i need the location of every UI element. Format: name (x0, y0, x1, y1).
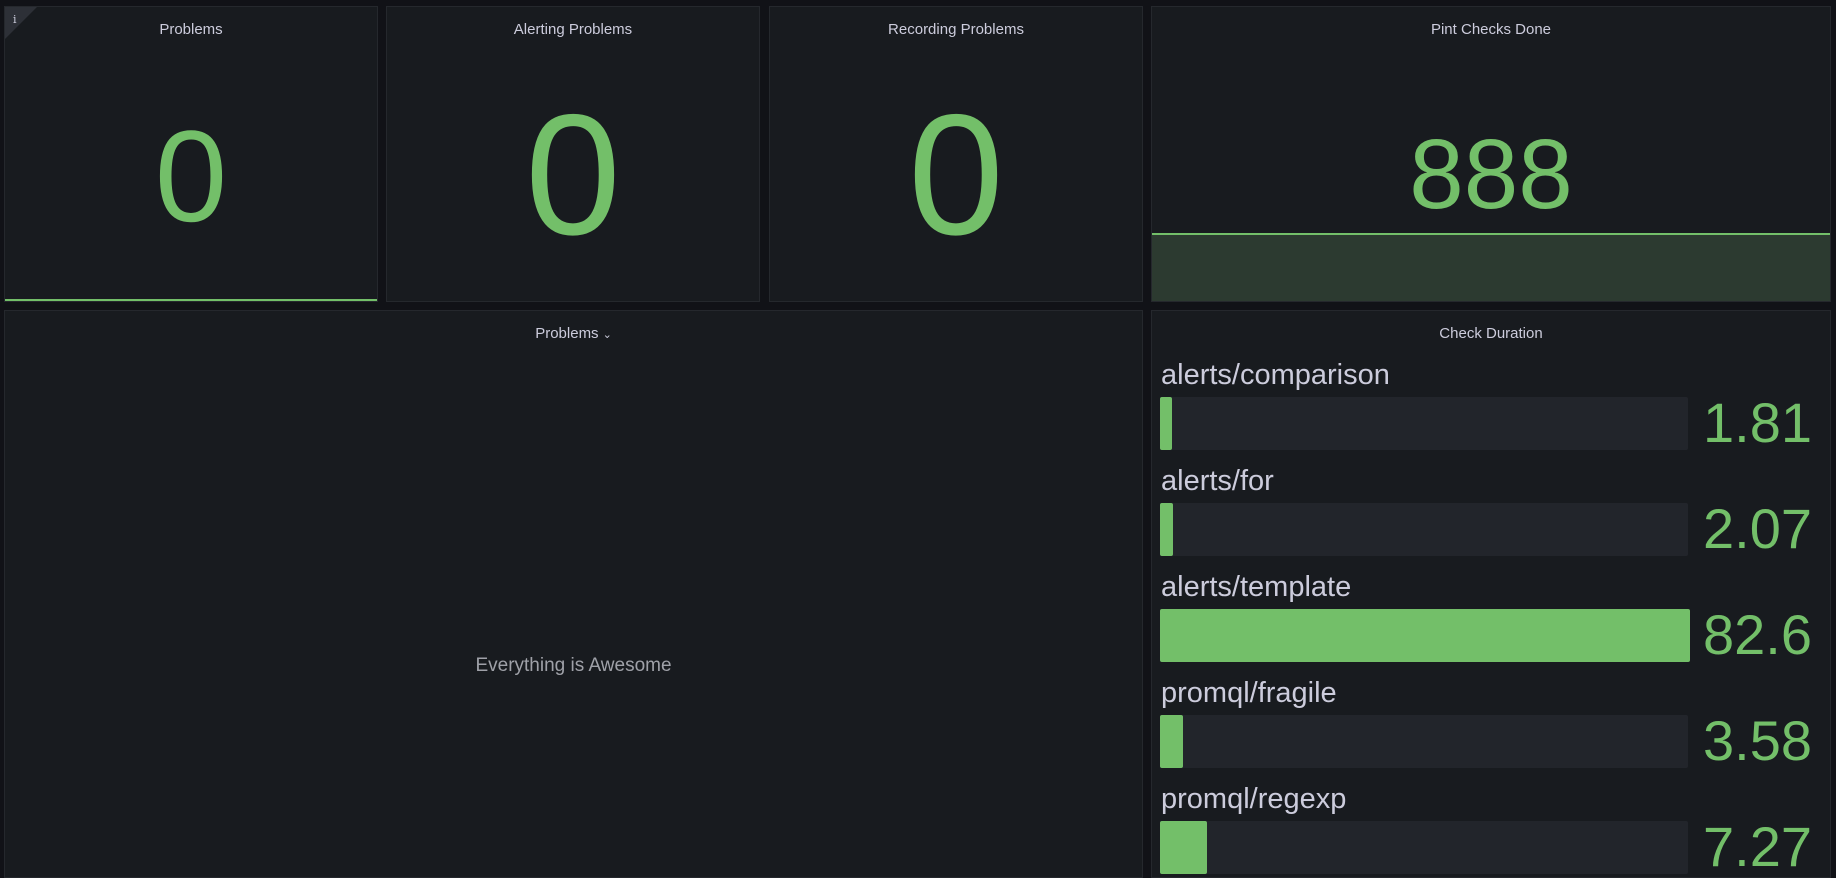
stat-value: 0 (154, 103, 228, 249)
bar-gauge-fill (1160, 503, 1173, 556)
bar-gauge-fill (1160, 821, 1207, 874)
bar-gauge-track (1160, 397, 1688, 450)
bar-gauge-track (1160, 715, 1688, 768)
bar-gauge-label: promql/fragile (1161, 677, 1337, 709)
panel-title[interactable]: Pint Checks Done (1152, 21, 1830, 38)
bar-gauge-track (1160, 609, 1690, 662)
bar-gauge-track (1160, 821, 1688, 874)
bar-gauge-value: 82.6 (1703, 603, 1812, 666)
bar-gauge-value: 3.58 (1703, 709, 1812, 772)
recording-problems-stat-panel[interactable]: Recording Problems 0 (769, 6, 1143, 302)
problems-stat-panel[interactable]: i Problems 0 (4, 6, 378, 302)
bar-gauge-fill (1160, 715, 1183, 768)
panel-title[interactable]: Recording Problems (770, 21, 1142, 38)
stat-value: 0 (908, 79, 1004, 271)
panel-title[interactable]: Check Duration (1152, 325, 1830, 342)
bar-gauge-label: promql/regexp (1161, 783, 1347, 815)
bar-gauge-value: 7.27 (1703, 815, 1812, 878)
sparkline-area (1152, 233, 1830, 301)
sparkline (5, 299, 377, 301)
bar-gauge-label: alerts/for (1161, 465, 1274, 497)
chevron-down-icon[interactable]: ⌄ (603, 328, 612, 341)
problems-table-panel[interactable]: Problems ⌄ Everything is Awesome (4, 310, 1143, 878)
check-duration-panel[interactable]: Check Duration alerts/comparison 1.81 aler… (1151, 310, 1831, 878)
bar-gauge-value: 2.07 (1703, 497, 1812, 560)
panel-title-label[interactable]: Problems (535, 325, 598, 342)
panel-title-menu[interactable]: Problems ⌄ (5, 325, 1142, 342)
bar-gauge-fill (1160, 397, 1172, 450)
stat-value: 888 (1409, 119, 1573, 229)
panel-title[interactable]: Alerting Problems (387, 21, 759, 38)
bar-gauge-row: alerts/for 2.07 (1160, 463, 1812, 569)
pint-checks-done-stat-panel[interactable]: Pint Checks Done 888 (1151, 6, 1831, 302)
stat-value: 0 (525, 79, 621, 271)
panel-title[interactable]: Problems (5, 21, 377, 38)
bar-gauge-row: promql/regexp 7.27 (1160, 781, 1812, 878)
bar-gauge-row: alerts/template 82.6 (1160, 569, 1812, 675)
bar-gauge-fill (1160, 609, 1690, 662)
bar-gauge-track (1160, 503, 1688, 556)
bar-gauge-label: alerts/comparison (1161, 359, 1390, 391)
bar-gauge-value: 1.81 (1703, 391, 1812, 454)
bar-gauge-label: alerts/template (1161, 571, 1352, 603)
dashboard: i Problems 0 Alerting Problems 0 Recordi… (0, 0, 1836, 878)
empty-state-message: Everything is Awesome (475, 655, 672, 676)
alerting-problems-stat-panel[interactable]: Alerting Problems 0 (386, 6, 760, 302)
bar-gauge-row: promql/fragile 3.58 (1160, 675, 1812, 781)
bar-gauge-row: alerts/comparison 1.81 (1160, 357, 1812, 463)
